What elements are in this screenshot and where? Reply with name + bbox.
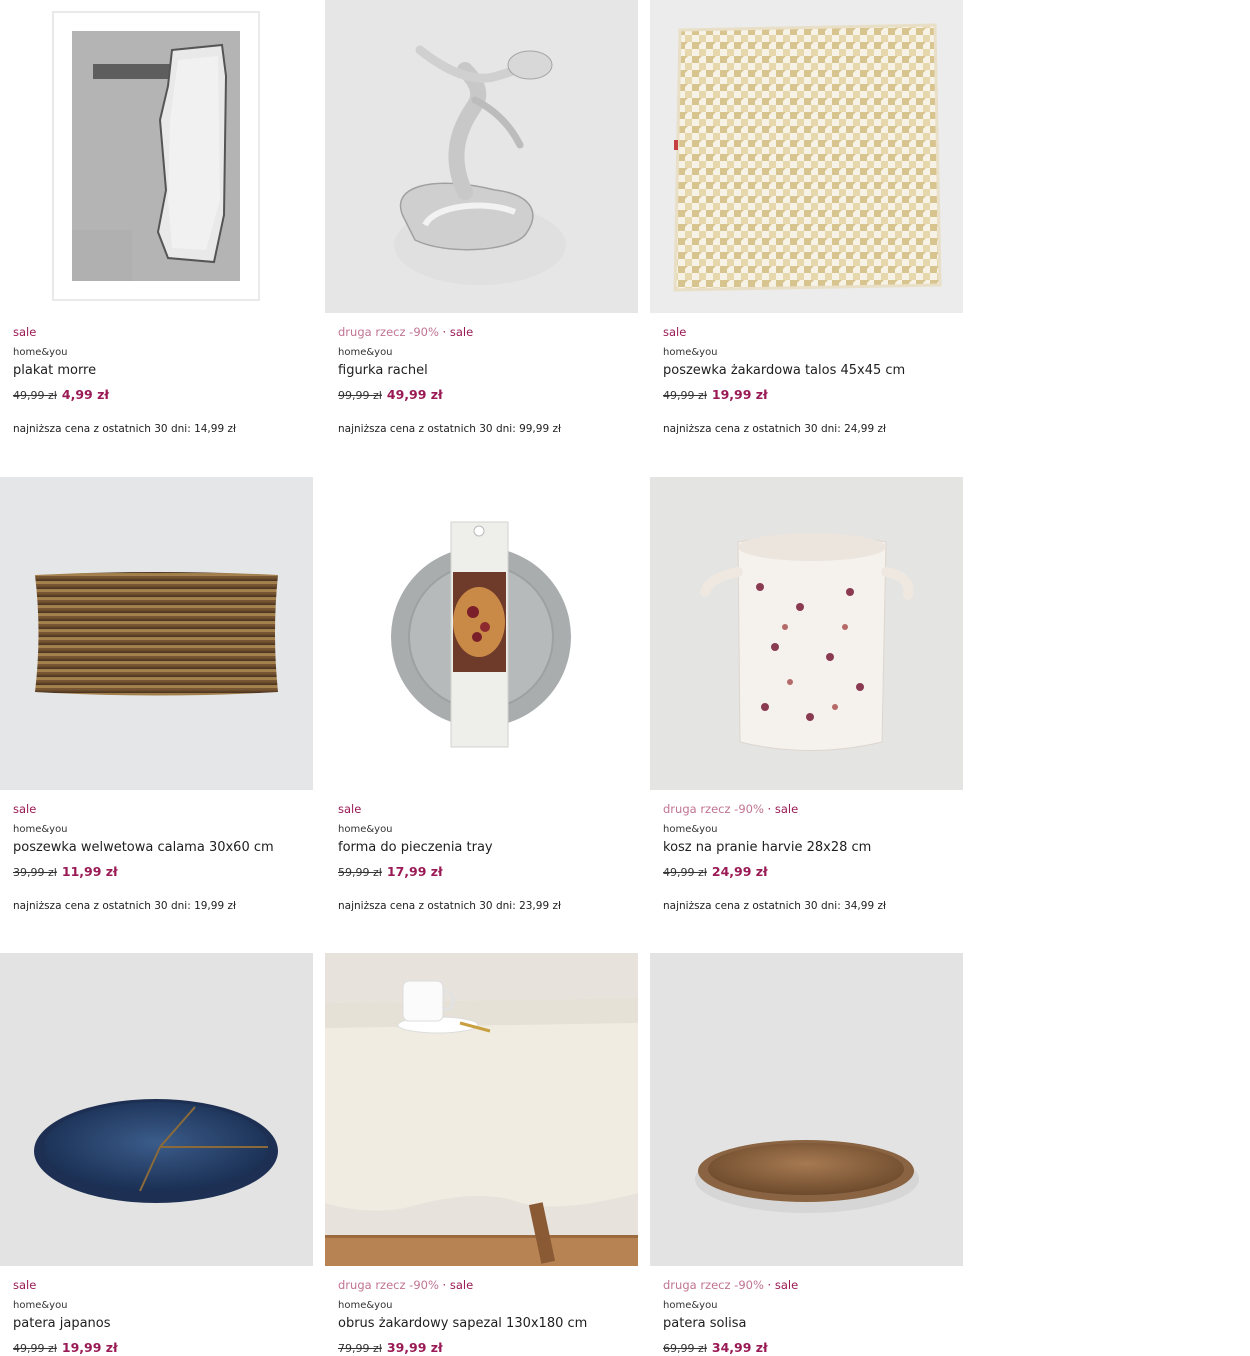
product-name[interactable]: patera solisa — [663, 1316, 963, 1332]
product-image-baking-tray[interactable] — [325, 477, 638, 790]
old-price: 39,99 zł — [13, 866, 57, 879]
product-brand: home&you — [13, 1300, 68, 1311]
sale-price: 4,99 zł — [61, 387, 109, 402]
lowest-price-note: najniższa cena z ostatnich 30 dni: 19,99… — [13, 900, 236, 912]
sale-price: 49,99 zł — [386, 387, 443, 402]
product-prices: 49,99 zł 19,99 zł — [663, 388, 963, 403]
sale-badge: sale — [663, 325, 687, 339]
sale-badge: sale — [338, 802, 362, 816]
old-price: 59,99 zł — [338, 866, 382, 879]
sale-price: 19,99 zł — [61, 1340, 118, 1355]
sale-badge: sale — [13, 325, 37, 339]
product-image-velvet-pillow[interactable] — [0, 477, 313, 790]
sale-price: 19,99 zł — [711, 387, 768, 402]
old-price: 69,99 zł — [663, 1342, 707, 1355]
product-badges: druga rzecz -90% · sale — [663, 1278, 963, 1292]
sale-badge: sale — [13, 1278, 37, 1292]
sale-price: 39,99 zł — [386, 1340, 443, 1355]
sale-price: 11,99 zł — [61, 864, 118, 879]
product-image-laundry-basket[interactable] — [650, 477, 963, 790]
lowest-price-note: najniższa cena z ostatnich 30 dni: 14,99… — [13, 423, 236, 435]
old-price: 79,99 zł — [338, 1342, 382, 1355]
product-badges: sale — [13, 325, 313, 339]
sale-badge: sale — [449, 1278, 474, 1292]
promo-badge: druga rzecz -90% — [338, 1278, 439, 1292]
product-image-tablecloth[interactable] — [325, 953, 638, 1266]
sale-badge: sale — [774, 1278, 799, 1292]
product-prices: 59,99 zł 17,99 zł — [338, 865, 638, 880]
sale-price: 24,99 zł — [711, 864, 768, 879]
product-brand: home&you — [338, 824, 393, 835]
product-badges: druga rzecz -90% · sale — [663, 802, 963, 816]
product-badges: druga rzecz -90% · sale — [338, 1278, 638, 1292]
product-name[interactable]: obrus żakardowy sapezal 130x180 cm — [338, 1316, 638, 1332]
product-badges: sale — [13, 802, 313, 816]
promo-badge: druga rzecz -90% — [663, 802, 764, 816]
product-image-blue-platter[interactable] — [0, 953, 313, 1266]
sale-price: 17,99 zł — [386, 864, 443, 879]
product-badges: sale — [663, 325, 963, 339]
product-name[interactable]: poszewka welwetowa calama 30x60 cm — [13, 840, 313, 856]
product-image-poster[interactable] — [0, 0, 313, 313]
lowest-price-note: najniższa cena z ostatnich 30 dni: 23,99… — [338, 900, 561, 912]
product-image-houndstooth-pillow[interactable] — [650, 0, 963, 313]
product-name[interactable]: patera japanos — [13, 1316, 313, 1332]
product-brand: home&you — [663, 347, 718, 358]
sale-price: 34,99 zł — [711, 1340, 768, 1355]
product-brand: home&you — [13, 347, 68, 358]
product-brand: home&you — [338, 1300, 393, 1311]
promo-badge: druga rzecz -90% — [663, 1278, 764, 1292]
product-brand: home&you — [338, 347, 393, 358]
lowest-price-note: najniższa cena z ostatnich 30 dni: 99,99… — [338, 423, 561, 435]
lowest-price-note: najniższa cena z ostatnich 30 dni: 24,99… — [663, 423, 886, 435]
badge-separator: · — [767, 1278, 772, 1292]
lowest-price-note: najniższa cena z ostatnich 30 dni: 34,99… — [663, 900, 886, 912]
product-badges: sale — [13, 1278, 313, 1292]
product-name[interactable]: poszewka żakardowa talos 45x45 cm — [663, 363, 963, 379]
badge-separator: · — [442, 1278, 447, 1292]
product-name[interactable]: figurka rachel — [338, 363, 638, 379]
product-prices: 99,99 zł 49,99 zł — [338, 388, 638, 403]
old-price: 49,99 zł — [13, 1342, 57, 1355]
product-prices: 49,99 zł 24,99 zł — [663, 865, 963, 880]
product-name[interactable]: plakat morre — [13, 363, 313, 379]
old-price: 49,99 zł — [663, 866, 707, 879]
product-badges: druga rzecz -90% · sale — [338, 325, 638, 339]
promo-badge: druga rzecz -90% — [338, 325, 439, 339]
badge-separator: · — [767, 802, 772, 816]
old-price: 49,99 zł — [663, 389, 707, 402]
badge-separator: · — [442, 325, 447, 339]
sale-badge: sale — [13, 802, 37, 816]
product-prices: 49,99 zł 4,99 zł — [13, 388, 313, 403]
product-image-gold-platter[interactable] — [650, 953, 963, 1266]
product-brand: home&you — [663, 1300, 718, 1311]
old-price: 99,99 zł — [338, 389, 382, 402]
product-prices: 39,99 zł 11,99 zł — [13, 865, 313, 880]
sale-badge: sale — [449, 325, 474, 339]
product-brand: home&you — [663, 824, 718, 835]
product-name[interactable]: forma do pieczenia tray — [338, 840, 638, 856]
old-price: 49,99 zł — [13, 389, 57, 402]
sale-badge: sale — [774, 802, 799, 816]
product-badges: sale — [338, 802, 638, 816]
product-brand: home&you — [13, 824, 68, 835]
product-image-figurine[interactable] — [325, 0, 638, 313]
product-name[interactable]: kosz na pranie harvie 28x28 cm — [663, 840, 963, 856]
